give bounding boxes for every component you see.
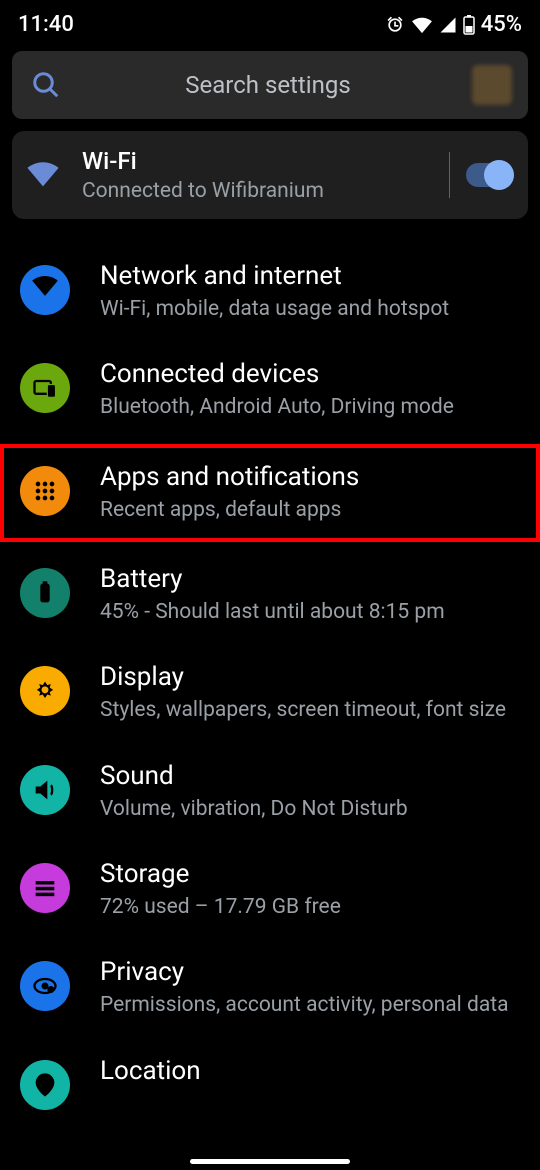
settings-row-storage[interactable]: Storage 72% used – 17.79 GB free	[0, 841, 540, 939]
status-bar: 11:40 45%	[0, 0, 540, 45]
wifi-icon	[26, 162, 60, 188]
row-subtitle: 72% used – 17.79 GB free	[100, 893, 526, 921]
location-icon	[20, 1060, 70, 1110]
wifi-quick-card[interactable]: Wi-Fi Connected to Wifibranium	[12, 131, 528, 219]
settings-row-devices[interactable]: Connected devices Bluetooth, Android Auto…	[0, 341, 540, 439]
settings-row-privacy[interactable]: Privacy Permissions, account activity, pe…	[0, 939, 540, 1037]
settings-row-display[interactable]: Display Styles, wallpapers, screen timeou…	[0, 644, 540, 742]
search-icon	[31, 70, 61, 100]
settings-row-apps[interactable]: Apps and notifications Recent apps, defau…	[0, 444, 540, 542]
network-icon	[20, 265, 70, 315]
row-title: Display	[100, 662, 526, 692]
sound-icon	[20, 765, 70, 815]
settings-row-battery[interactable]: Battery 45% - Should last until about 8:1…	[0, 546, 540, 644]
nav-pill[interactable]	[190, 1159, 350, 1164]
battery-icon	[463, 15, 475, 35]
privacy-icon	[20, 961, 70, 1011]
battery-percent: 45%	[481, 12, 522, 37]
row-title: Apps and notifications	[100, 462, 526, 492]
wifi-card-divider	[449, 152, 450, 198]
wifi-subtitle: Connected to Wifibranium	[82, 179, 439, 203]
row-subtitle: Styles, wallpapers, screen timeout, font…	[100, 696, 526, 724]
wifi-toggle[interactable]	[466, 163, 514, 187]
row-subtitle: Volume, vibration, Do Not Disturb	[100, 795, 526, 823]
search-placeholder: Search settings	[82, 71, 454, 99]
devices-icon	[20, 363, 70, 413]
status-time: 11:40	[18, 12, 74, 37]
signal-icon	[439, 16, 457, 34]
battery-icon	[20, 568, 70, 618]
settings-row-sound[interactable]: Sound Volume, vibration, Do Not Disturb	[0, 743, 540, 841]
row-title: Connected devices	[100, 359, 526, 389]
row-title: Network and internet	[100, 261, 526, 291]
apps-icon	[20, 466, 70, 516]
status-icons: 45%	[385, 12, 522, 37]
settings-row-network[interactable]: Network and internet Wi-Fi, mobile, data …	[0, 243, 540, 341]
search-bar[interactable]: Search settings	[12, 51, 528, 119]
row-subtitle: Permissions, account activity, personal …	[100, 991, 526, 1019]
row-subtitle: Recent apps, default apps	[100, 496, 526, 524]
wifi-status-icon	[411, 16, 433, 34]
profile-avatar[interactable]	[472, 65, 512, 105]
display-icon	[20, 666, 70, 716]
settings-row-location[interactable]: Location	[0, 1038, 540, 1128]
row-subtitle: Wi-Fi, mobile, data usage and hotspot	[100, 295, 526, 323]
row-subtitle: 45% - Should last until about 8:15 pm	[100, 598, 526, 626]
row-title: Battery	[100, 564, 526, 594]
storage-icon	[20, 863, 70, 913]
row-subtitle: Bluetooth, Android Auto, Driving mode	[100, 393, 526, 421]
row-title: Privacy	[100, 957, 526, 987]
row-title: Sound	[100, 761, 526, 791]
alarm-icon	[385, 15, 405, 35]
row-title: Location	[100, 1056, 526, 1086]
row-title: Storage	[100, 859, 526, 889]
wifi-title: Wi-Fi	[82, 147, 439, 175]
settings-list: Network and internet Wi-Fi, mobile, data …	[0, 243, 540, 1128]
